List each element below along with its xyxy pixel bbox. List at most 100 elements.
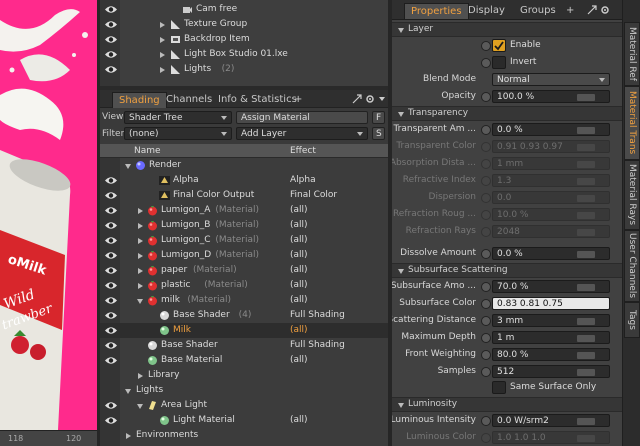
- maximize-icon[interactable]: [587, 5, 597, 15]
- expand-arrow-icon[interactable]: [138, 283, 143, 289]
- channel-link-icon[interactable]: [481, 58, 491, 68]
- property-field[interactable]: 512: [492, 365, 610, 378]
- visibility-eye-icon[interactable]: [104, 400, 118, 411]
- tree-item-effect[interactable]: (all): [290, 325, 308, 335]
- view-dropdown[interactable]: Shader Tree: [124, 111, 232, 124]
- visibility-eye-icon[interactable]: [104, 415, 118, 426]
- vtab-tags[interactable]: Tags: [624, 302, 640, 338]
- gear-icon[interactable]: [600, 5, 610, 15]
- tree-item-effect[interactable]: (all): [290, 295, 308, 305]
- channel-link-icon[interactable]: [481, 367, 491, 377]
- visibility-eye-icon[interactable]: [104, 175, 118, 186]
- channel-link-icon[interactable]: [481, 210, 491, 220]
- items-list-row[interactable]: Cam free: [100, 2, 388, 17]
- gear-icon[interactable]: [365, 94, 375, 104]
- visibility-eye-icon[interactable]: [104, 250, 118, 261]
- collapse-arrow-icon[interactable]: [125, 389, 131, 394]
- channel-link-icon[interactable]: [481, 316, 491, 326]
- channel-link-icon[interactable]: [481, 41, 491, 51]
- expand-arrow-icon[interactable]: [160, 52, 165, 58]
- maximize-icon[interactable]: [352, 94, 362, 104]
- section-luminosity[interactable]: Luminosity: [392, 397, 622, 412]
- visibility-eye-icon[interactable]: [104, 280, 118, 291]
- items-list-row[interactable]: Backdrop Item: [100, 32, 388, 47]
- property-field[interactable]: 0.0 W/srm2: [492, 414, 610, 427]
- f-button[interactable]: F: [372, 111, 385, 124]
- tree-item-effect[interactable]: (all): [290, 280, 308, 290]
- shader-tree-row[interactable]: Lumigon_D (Material) (all): [100, 248, 388, 263]
- shader-tree-row[interactable]: Base Shader (4) Full Shading: [100, 308, 388, 323]
- property-field[interactable]: 1 m: [492, 331, 610, 344]
- property-field[interactable]: 70.0 %: [492, 280, 610, 293]
- shader-tree-row[interactable]: Library: [100, 368, 388, 383]
- visibility-eye-icon[interactable]: [104, 49, 118, 60]
- items-list-row[interactable]: Lights (2): [100, 62, 388, 77]
- visibility-eye-icon[interactable]: [104, 340, 118, 351]
- tree-item-effect[interactable]: (all): [290, 235, 308, 245]
- shader-tree-row[interactable]: Lumigon_A (Material) (all): [100, 203, 388, 218]
- visibility-eye-icon[interactable]: [104, 310, 118, 321]
- visibility-eye-icon[interactable]: [104, 205, 118, 216]
- property-field[interactable]: 3 mm: [492, 314, 610, 327]
- tree-item-effect[interactable]: (all): [290, 355, 308, 365]
- expand-arrow-icon[interactable]: [138, 223, 143, 229]
- channel-link-icon[interactable]: [481, 249, 491, 259]
- shader-tree-row[interactable]: Light Material (all): [100, 413, 388, 428]
- tree-item-effect[interactable]: (all): [290, 205, 308, 215]
- blend-mode-dropdown[interactable]: Normal: [492, 73, 610, 86]
- add-layer-dropdown[interactable]: Add Layer: [236, 127, 368, 140]
- shader-tree-row[interactable]: Base Material (all): [100, 353, 388, 368]
- shader-tree-row[interactable]: Base Shader Full Shading: [100, 338, 388, 353]
- enable-checkbox[interactable]: [492, 39, 506, 52]
- channel-link-icon[interactable]: [481, 333, 491, 343]
- add-tab-button[interactable]: +: [560, 3, 580, 19]
- shader-tree-row[interactable]: Lumigon_B (Material) (all): [100, 218, 388, 233]
- shader-tree-row[interactable]: Final Color Output Final Color: [100, 188, 388, 203]
- property-field[interactable]: 0.83 0.81 0.75: [492, 297, 610, 310]
- visibility-eye-icon[interactable]: [104, 265, 118, 276]
- items-list-row[interactable]: Texture Group: [100, 17, 388, 32]
- expand-arrow-icon[interactable]: [160, 67, 165, 73]
- tree-item-effect[interactable]: Final Color: [290, 190, 337, 200]
- shader-tree-row[interactable]: milk (Material) (all): [100, 293, 388, 308]
- expand-arrow-icon[interactable]: [160, 37, 165, 43]
- channel-link-icon[interactable]: [481, 193, 491, 203]
- visibility-eye-icon[interactable]: [104, 34, 118, 45]
- tab-groups[interactable]: Groups: [514, 3, 562, 19]
- channel-link-icon[interactable]: [481, 176, 491, 186]
- tree-item-effect[interactable]: (all): [290, 250, 308, 260]
- shader-tree-row[interactable]: Render: [100, 158, 388, 173]
- visibility-eye-icon[interactable]: [104, 235, 118, 246]
- property-field[interactable]: 80.0 %: [492, 348, 610, 361]
- same-surface-only-checkbox[interactable]: [492, 381, 506, 394]
- tree-item-effect[interactable]: Full Shading: [290, 340, 345, 350]
- shader-tree-row[interactable]: Environments: [100, 428, 388, 443]
- items-list-row[interactable]: Light Box Studio 01.lxe: [100, 47, 388, 62]
- shader-tree-row[interactable]: paper (Material) (all): [100, 263, 388, 278]
- collapse-arrow-icon[interactable]: [137, 404, 143, 409]
- tab-channels[interactable]: Channels: [160, 92, 218, 108]
- tab-display[interactable]: Display: [462, 3, 511, 19]
- tab-shading[interactable]: Shading: [112, 92, 167, 108]
- tree-item-effect[interactable]: Full Shading: [290, 310, 345, 320]
- channel-link-icon[interactable]: [481, 159, 491, 169]
- section-layer[interactable]: Layer: [392, 22, 622, 37]
- tree-item-effect[interactable]: (all): [290, 220, 308, 230]
- visibility-eye-icon[interactable]: [104, 325, 118, 336]
- shader-tree-row[interactable]: Lumigon_C (Material) (all): [100, 233, 388, 248]
- s-button[interactable]: S: [372, 127, 385, 140]
- visibility-eye-icon[interactable]: [104, 64, 118, 75]
- visibility-eye-icon[interactable]: [104, 19, 118, 30]
- visibility-eye-icon[interactable]: [104, 295, 118, 306]
- shader-tree-row[interactable]: Area Light: [100, 398, 388, 413]
- expand-arrow-icon[interactable]: [138, 253, 143, 259]
- assign-material-button[interactable]: Assign Material: [236, 111, 368, 124]
- expand-arrow-icon[interactable]: [138, 208, 143, 214]
- add-tab-button[interactable]: +: [288, 92, 308, 108]
- channel-link-icon[interactable]: [481, 142, 491, 152]
- dissolve-amount-field[interactable]: 0.0 %: [492, 247, 610, 260]
- channel-link-icon[interactable]: [481, 416, 491, 426]
- opacity-field[interactable]: 100.0 %: [492, 90, 610, 103]
- visibility-eye-icon[interactable]: [104, 220, 118, 231]
- vtab-material-ref[interactable]: Material Ref: [624, 22, 640, 86]
